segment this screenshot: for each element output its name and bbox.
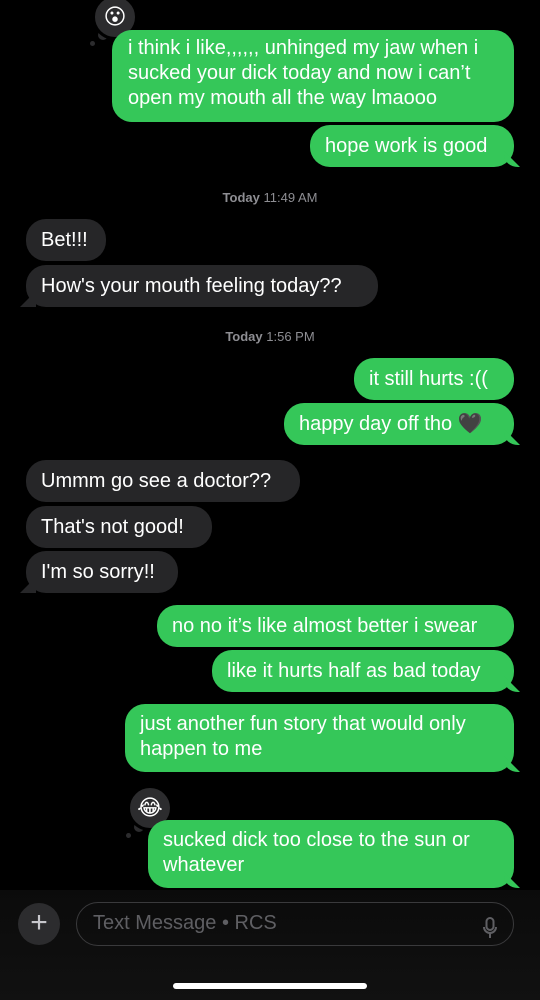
message-text: Bet!!! [41, 229, 88, 251]
add-attachment-button[interactable]: + [18, 903, 60, 945]
timestamp-time: 1:56 PM [266, 329, 315, 344]
message-line: sucked your dick today and now i can’t [128, 62, 471, 84]
message-sent-1[interactable]: i think i like,,,,,, unhinged my jaw whe… [112, 30, 514, 122]
home-indicator [173, 983, 367, 989]
message-sent-3[interactable]: it still hurts :(( [354, 358, 514, 400]
message-text: happy day off tho 🖤 [299, 413, 483, 435]
message-line: open my mouth all the way lmaooo [128, 87, 438, 109]
timestamp-time: 11:49 AM [263, 190, 318, 205]
reaction-dot-small [126, 833, 131, 838]
laughing-face-icon: 😂 [137, 795, 163, 820]
message-line: just another fun story that would only [140, 713, 466, 735]
message-received-1[interactable]: Bet!!! [26, 219, 106, 261]
message-sent-6[interactable]: like it hurts half as bad today [212, 650, 514, 692]
message-received-2[interactable]: How's your mouth feeling today?? [26, 265, 378, 307]
message-sent-4[interactable]: happy day off tho 🖤 [284, 403, 514, 445]
message-sent-8[interactable]: sucked dick too close to the sun or what… [148, 820, 514, 888]
message-line: happen to me [140, 738, 263, 760]
surprised-face-icon: 😮 [103, 4, 127, 29]
message-line: i think i like,,,,,, unhinged my jaw whe… [128, 37, 479, 59]
message-input-placeholder: Text Message • RCS [93, 912, 277, 934]
message-sent-5[interactable]: no no it’s like almost better i swear [157, 605, 514, 647]
message-text: Ummm go see a doctor?? [41, 470, 272, 492]
message-sent-7[interactable]: just another fun story that would only h… [125, 704, 514, 772]
message-text: it still hurts :(( [369, 368, 488, 390]
message-text: I'm so sorry!! [41, 561, 155, 583]
message-text: hope work is good [325, 135, 488, 157]
message-text: no no it’s like almost better i swear [172, 615, 478, 637]
message-received-4[interactable]: That's not good! [26, 506, 212, 548]
message-line: whatever [163, 854, 245, 876]
message-received-5[interactable]: I'm so sorry!! [26, 551, 178, 593]
message-received-3[interactable]: Ummm go see a doctor?? [26, 460, 300, 502]
reaction-dot-small [90, 41, 95, 46]
message-line: sucked dick too close to the sun or [163, 829, 470, 851]
timestamp: Today 11:49 AM [0, 190, 540, 205]
timestamp: Today 1:56 PM [0, 329, 540, 344]
message-input[interactable]: Text Message • RCS [76, 902, 514, 946]
message-text: That's not good! [41, 516, 184, 538]
microphone-icon[interactable] [483, 913, 497, 954]
message-text: How's your mouth feeling today?? [41, 275, 342, 297]
message-sent-2[interactable]: hope work is good [310, 125, 514, 167]
message-text: like it hurts half as bad today [227, 660, 481, 682]
timestamp-day: Today [222, 190, 260, 205]
timestamp-day: Today [225, 329, 263, 344]
